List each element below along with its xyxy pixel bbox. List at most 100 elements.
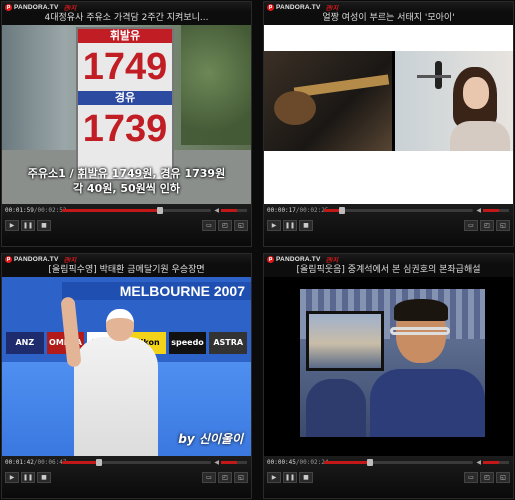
pandora-logo[interactable]: p PANDORA.TV 관/지 [5, 255, 76, 264]
guitar-body [274, 91, 316, 125]
stop-button[interactable]: ■ [299, 220, 313, 231]
swimmer-head [106, 309, 134, 341]
commentator-body [370, 369, 485, 437]
time-display: 00:01:59/00:02:52 [5, 207, 67, 214]
volume-level [221, 461, 237, 464]
view-buttons: ▭ ◰ ◱ [202, 220, 248, 231]
diesel-label: 경유 [78, 91, 172, 105]
capture-icon[interactable]: ◰ [218, 220, 232, 231]
stop-button[interactable]: ■ [37, 220, 51, 231]
screen-size-icon[interactable]: ▭ [202, 472, 216, 483]
logo-tag: 관/지 [325, 257, 339, 264]
seek-handle[interactable] [157, 207, 164, 214]
video-frame[interactable]: 휘발유 1749 경유 1739 주유소1 / 휘발유 1749원, 경유 17… [2, 25, 251, 205]
pandora-logo[interactable]: p PANDORA.TV 관/지 [267, 3, 338, 12]
volume-icon[interactable]: ◀ [214, 459, 219, 466]
fullscreen-icon[interactable]: ◱ [234, 472, 248, 483]
play-button[interactable]: ▶ [267, 220, 281, 231]
logo-text: PANDORA.TV [14, 3, 59, 11]
player-titlebar: p PANDORA.TV 관/지 [264, 254, 513, 264]
seek-handle[interactable] [338, 207, 345, 214]
inset-wrestling [309, 314, 381, 368]
seek-handle[interactable] [96, 459, 103, 466]
singer-body [450, 121, 510, 151]
seek-bar[interactable] [324, 459, 473, 466]
pandora-logo[interactable]: p PANDORA.TV 관/지 [5, 3, 76, 12]
fullscreen-icon[interactable]: ◱ [496, 220, 510, 231]
capture-icon[interactable]: ◰ [480, 220, 494, 231]
capture-icon[interactable]: ◰ [218, 472, 232, 483]
logo-text: PANDORA.TV [276, 3, 321, 11]
player-titlebar: p PANDORA.TV 관/지 [264, 2, 513, 12]
logo-tag: 관/지 [63, 257, 77, 264]
letterbox-top [264, 25, 513, 51]
stop-button[interactable]: ■ [299, 472, 313, 483]
play-button[interactable]: ▶ [267, 472, 281, 483]
video-title: [올림픽웃음] 중계석에서 본 심권호의 본좌급해설 [264, 264, 513, 277]
melbourne-banner: MELBOURNE 2007 [62, 282, 251, 300]
volume-slider[interactable] [483, 209, 509, 212]
volume-icon[interactable]: ◀ [214, 207, 219, 214]
guitar-scene [264, 51, 392, 151]
video-frame[interactable] [264, 25, 513, 205]
screen-size-icon[interactable]: ▭ [464, 220, 478, 231]
player-titlebar: p PANDORA.TV 관/지 [2, 2, 251, 12]
video-title: 4대정유사 주유소 가격담 2주간 지켜보니... [2, 12, 251, 25]
view-buttons: ▭ ◰ ◱ [464, 472, 510, 483]
singer-scene [395, 51, 513, 151]
control-bar: 00:01:42/00:06:47 ◀ ▶ ❚❚ ■ ▭ ◰ ◱ [2, 456, 251, 498]
sponsor-board: ANZ [6, 332, 44, 354]
pause-button[interactable]: ❚❚ [283, 220, 297, 231]
commentator-hair [394, 299, 448, 321]
time-current: 00:00:45 [267, 459, 296, 466]
stop-button[interactable]: ■ [37, 472, 51, 483]
play-button[interactable]: ▶ [5, 220, 19, 231]
diesel-price: 1739 [82, 108, 168, 150]
volume-level [221, 209, 237, 212]
volume-icon[interactable]: ◀ [476, 459, 481, 466]
view-buttons: ▭ ◰ ◱ [202, 472, 248, 483]
play-button[interactable]: ▶ [5, 472, 19, 483]
pandora-logo-icon: p [267, 3, 274, 11]
pause-button[interactable]: ❚❚ [21, 472, 35, 483]
video-title: [올림픽수영] 박태환 금메달기원 우승장면 [2, 264, 251, 277]
subtitle-line-2: 각 40원, 50원씩 인하 [72, 182, 180, 195]
price-sign: 휘발유 1749 경유 1739 [76, 27, 174, 181]
screen-size-icon[interactable]: ▭ [202, 220, 216, 231]
video-player-4: p PANDORA.TV 관/지 [올림픽웃음] 중계석에서 본 심권호의 본좌… [263, 253, 514, 499]
seek-handle[interactable] [367, 459, 374, 466]
playback-buttons: ▶ ❚❚ ■ [267, 472, 313, 483]
fullscreen-icon[interactable]: ◱ [234, 220, 248, 231]
video-player-1: p PANDORA.TV 관/지 4대정유사 주유소 가격담 2주간 지켜보니.… [1, 1, 252, 247]
mic-stand [417, 75, 451, 78]
seek-bar[interactable] [62, 207, 211, 214]
pause-button[interactable]: ❚❚ [283, 472, 297, 483]
pandora-logo[interactable]: p PANDORA.TV 관/지 [267, 255, 338, 264]
video-frame[interactable] [264, 277, 513, 457]
control-bar: 00:00:17/00:02:25 ◀ ▶ ❚❚ ■ ▭ ◰ ◱ [264, 204, 513, 246]
broadcast-scene [300, 289, 485, 437]
time-current: 00:00:17 [267, 207, 296, 214]
player-titlebar: p PANDORA.TV 관/지 [2, 254, 251, 264]
fullscreen-icon[interactable]: ◱ [496, 472, 510, 483]
singer-face [463, 77, 489, 109]
view-buttons: ▭ ◰ ◱ [464, 220, 510, 231]
video-player-2: p PANDORA.TV 관/지 얼짱 여성이 부르는 서태지 '모아이' 00… [263, 1, 514, 247]
seek-bar[interactable] [62, 459, 211, 466]
logo-tag: 관/지 [325, 5, 339, 12]
seek-bar[interactable] [324, 207, 473, 214]
playback-buttons: ▶ ❚❚ ■ [5, 472, 51, 483]
time-current: 00:01:42 [5, 459, 34, 466]
volume-slider[interactable] [221, 461, 247, 464]
screen-size-icon[interactable]: ▭ [464, 472, 478, 483]
seek-progress [62, 209, 161, 212]
letterbox-bottom [264, 151, 513, 205]
gas-label: 휘발유 [78, 29, 172, 43]
volume-icon[interactable]: ◀ [476, 207, 481, 214]
volume-slider[interactable] [483, 461, 509, 464]
capture-icon[interactable]: ◰ [480, 472, 494, 483]
pause-button[interactable]: ❚❚ [21, 220, 35, 231]
video-frame[interactable]: MELBOURNE 2007 ANZ OMEGA Yakult Nikon sp… [2, 277, 251, 457]
volume-slider[interactable] [221, 209, 247, 212]
pandora-logo-icon: p [5, 3, 12, 11]
